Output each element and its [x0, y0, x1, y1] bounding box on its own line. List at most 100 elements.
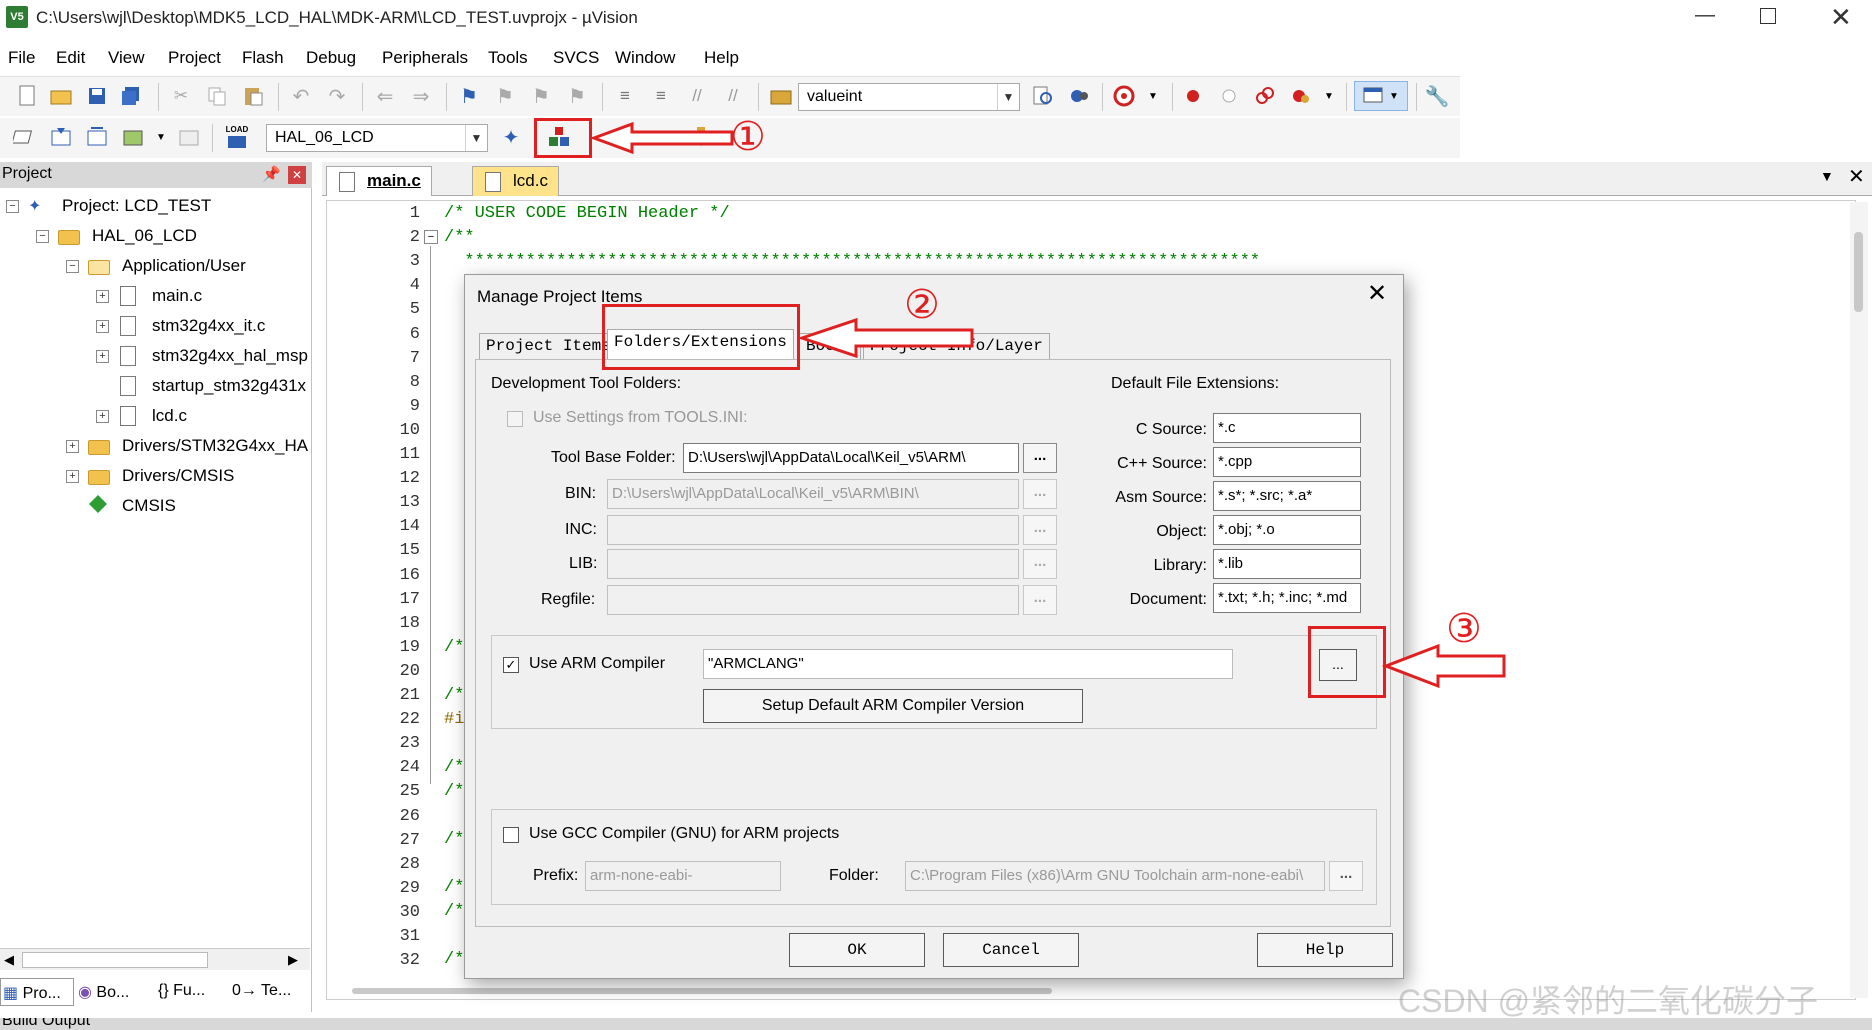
inc-input[interactable] [607, 515, 1019, 545]
menu-project[interactable]: Project [168, 48, 221, 68]
tree-item-group[interactable]: Drivers/CMSIS [122, 466, 234, 486]
tree-item-file[interactable]: lcd.c [152, 406, 187, 426]
comment-icon[interactable]: // [682, 81, 712, 111]
browse-lib-button[interactable]: ... [1023, 549, 1057, 579]
configure-wrench-icon[interactable]: 🔧 [1422, 81, 1452, 111]
collapse-icon[interactable]: − [6, 200, 19, 213]
debug-session-icon[interactable] [1110, 81, 1140, 111]
close-editor-icon[interactable]: ✕ [1848, 164, 1865, 189]
menu-help[interactable]: Help [704, 48, 739, 68]
next-bookmark-icon[interactable]: ⚑ [526, 81, 556, 111]
browse-inc-button[interactable]: ... [1023, 515, 1057, 545]
translate-icon[interactable] [10, 122, 40, 152]
collapse-icon[interactable]: − [66, 260, 79, 273]
clear-bookmarks-icon[interactable]: ⚑ [562, 81, 592, 111]
setup-default-compiler-button[interactable]: Setup Default ARM Compiler Version [703, 689, 1083, 723]
stop-build-icon[interactable] [174, 122, 204, 152]
indent-icon[interactable]: ≡ [610, 81, 640, 111]
paste-icon[interactable] [238, 81, 268, 111]
open-folder-icon[interactable] [46, 81, 76, 111]
bin-input[interactable]: D:\Users\wjl\AppData\Local\Keil_v5\ARM\B… [607, 479, 1019, 509]
expand-icon[interactable]: + [96, 350, 109, 363]
ext-object-input[interactable]: *.obj; *.o [1213, 515, 1361, 545]
browse-bin-button[interactable]: ... [1023, 479, 1057, 509]
close-window-button[interactable]: ✕ [1830, 2, 1852, 33]
menu-view[interactable]: View [108, 48, 145, 68]
kill-breakpoints-icon[interactable] [1286, 81, 1316, 111]
menu-window[interactable]: Window [615, 48, 675, 68]
target-select[interactable]: HAL_06_LCD ▼ [266, 124, 488, 152]
cut-icon[interactable]: ✂ [166, 81, 196, 111]
ext-c-source-input[interactable]: *.c [1213, 413, 1361, 443]
expand-icon[interactable]: + [96, 320, 109, 333]
menu-tools[interactable]: Tools [488, 48, 528, 68]
arm-compiler-input[interactable]: "ARMCLANG" [703, 649, 1233, 679]
tree-item-file[interactable]: stm32g4xx_it.c [152, 316, 265, 336]
panel-tab-books[interactable]: ◉ Bo... [76, 978, 146, 1006]
chevron-down-icon[interactable]: ▼ [997, 84, 1019, 110]
scrollbar-thumb[interactable] [22, 952, 208, 968]
tree-item-group[interactable]: Drivers/STM32G4xx_HA [122, 436, 310, 456]
nav-back-icon[interactable]: ⇐ [370, 81, 400, 111]
tree-item-project[interactable]: Project: LCD_TEST [62, 196, 211, 216]
copy-icon[interactable] [202, 81, 232, 111]
rebuild-icon[interactable] [82, 122, 112, 152]
target-options-icon[interactable]: ✦ [496, 122, 526, 152]
use-gcc-checkbox[interactable] [503, 827, 519, 843]
undo-icon[interactable]: ↶ [286, 81, 316, 111]
save-icon[interactable] [82, 81, 112, 111]
expand-icon[interactable]: + [96, 290, 109, 303]
browse-regfile-button[interactable]: ... [1023, 585, 1057, 615]
tool-base-input[interactable]: D:\Users\wjl\AppData\Local\Keil_v5\ARM\ [683, 443, 1019, 473]
tree-item-file[interactable]: stm32g4xx_hal_msp [152, 346, 310, 366]
tab-folders-extensions[interactable]: Folders/Extensions [607, 329, 794, 359]
ok-button[interactable]: OK [789, 933, 925, 967]
pin-icon[interactable]: 📌 [262, 165, 281, 183]
new-file-icon[interactable] [12, 81, 42, 111]
tree-item-group[interactable]: Application/User [122, 256, 246, 276]
panel-tab-templates[interactable]: 0→ Te... [230, 978, 310, 1006]
scroll-left-icon[interactable]: ◀ [4, 952, 14, 968]
unindent-icon[interactable]: ≡ [646, 81, 676, 111]
bookmark-icon[interactable]: ⚑ [454, 81, 484, 111]
fold-toggle-icon[interactable]: − [424, 230, 438, 244]
browse-tool-base-button[interactable]: ... [1023, 443, 1057, 473]
cancel-button[interactable]: Cancel [943, 933, 1079, 967]
expand-icon[interactable]: + [96, 410, 109, 423]
debug-dropdown-icon[interactable]: ▼ [1138, 81, 1168, 111]
prev-bookmark-icon[interactable]: ⚑ [490, 81, 520, 111]
tab-list-dropdown-icon[interactable]: ▼ [1820, 168, 1834, 184]
batch-build-icon[interactable] [118, 122, 148, 152]
expand-icon[interactable]: + [66, 470, 79, 483]
vertical-scrollbar[interactable] [1850, 202, 1868, 998]
download-load-icon[interactable]: LOAD [222, 122, 252, 152]
disable-all-breakpoints-icon[interactable] [1250, 81, 1280, 111]
tab-project-items[interactable]: Project Items [479, 333, 618, 359]
build-icon[interactable] [46, 122, 76, 152]
chevron-down-icon[interactable]: ▼ [465, 125, 487, 151]
find-in-files-icon[interactable] [766, 81, 796, 111]
collapse-icon[interactable]: − [36, 230, 49, 243]
menu-file[interactable]: File [8, 48, 35, 68]
gcc-folder-input[interactable]: C:\Program Files (x86)\Arm GNU Toolchain… [905, 861, 1325, 891]
editor-tab-lcd-c[interactable]: lcd.c [472, 166, 559, 196]
panel-tab-project[interactable]: ▦ Pro... [0, 978, 74, 1006]
expand-icon[interactable]: + [66, 440, 79, 453]
editor-tab-main-c[interactable]: main.c [326, 166, 432, 196]
menu-svcs[interactable]: SVCS [553, 48, 599, 68]
find-combo[interactable]: valueint ▼ [798, 83, 1020, 111]
find-icon[interactable] [1028, 81, 1058, 111]
minimize-button[interactable]: — [1690, 4, 1720, 34]
browse-gcc-folder-button[interactable]: ... [1329, 861, 1363, 891]
menu-flash[interactable]: Flash [242, 48, 284, 68]
horizontal-scrollbar[interactable]: ◀ ▶ [0, 948, 310, 970]
regfile-input[interactable] [607, 585, 1019, 615]
scroll-right-icon[interactable]: ▶ [288, 952, 298, 968]
uncomment-icon[interactable]: // [718, 81, 748, 111]
close-icon[interactable]: ✕ [288, 166, 306, 184]
horizontal-scrollbar[interactable] [352, 988, 1052, 994]
breakpoint-icon[interactable] [1178, 81, 1208, 111]
panel-tab-functions[interactable]: {} Fu... [156, 978, 226, 1006]
help-button[interactable]: Help [1257, 933, 1393, 967]
incremental-find-icon[interactable] [1064, 81, 1094, 111]
